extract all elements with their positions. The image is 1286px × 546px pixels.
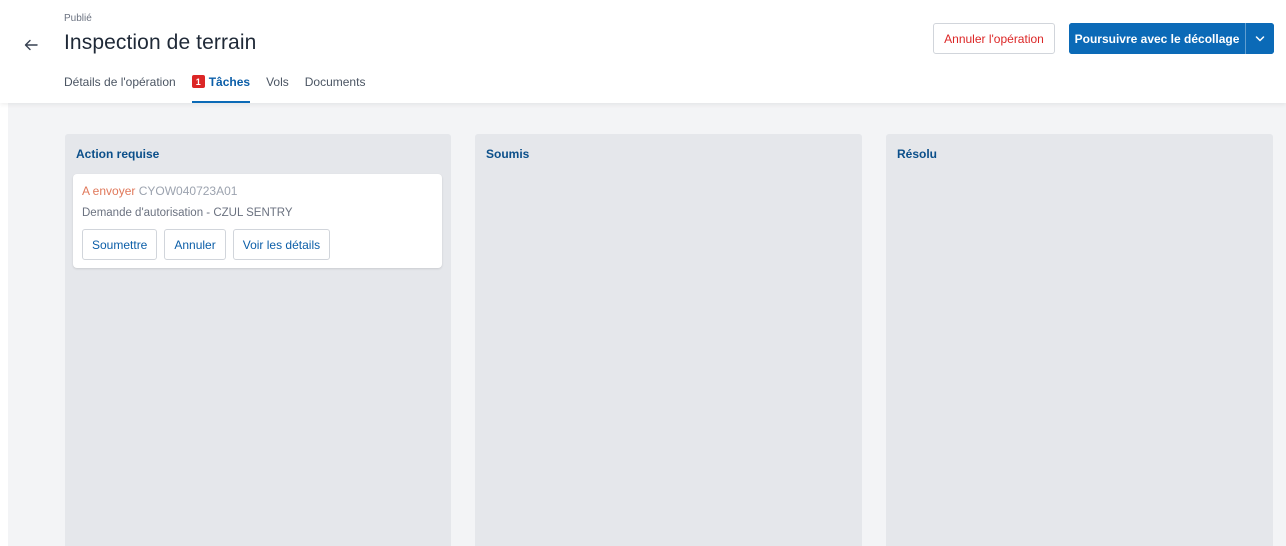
view-details-button[interactable]: Voir les détails xyxy=(232,229,331,260)
page-header: Publié Inspection de terrain Annuler l'o… xyxy=(0,0,1286,103)
status-label: Publié xyxy=(64,13,92,24)
tab-label: Détails de l'opération xyxy=(64,75,176,89)
arrow-left-icon[interactable] xyxy=(20,36,42,54)
task-status: A envoyer xyxy=(82,184,136,198)
column-title: Action requise xyxy=(76,147,160,161)
tab-tasks[interactable]: 1 Tâches xyxy=(191,75,251,103)
tab-operation-details[interactable]: Détails de l'opération xyxy=(64,75,176,103)
tab-bar: Détails de l'opération 1 Tâches Vols Doc… xyxy=(64,75,381,103)
column-submitted: Soumis xyxy=(475,134,862,546)
tab-label: Vols xyxy=(266,75,289,89)
column-resolved: Résolu xyxy=(886,134,1273,546)
page-title: Inspection de terrain xyxy=(64,31,257,54)
task-board: Action requise A envoyer CYOW040723A01 D… xyxy=(8,103,1286,546)
tab-label: Tâches xyxy=(208,75,251,89)
proceed-takeoff-button[interactable]: Poursuivre avec le décollage xyxy=(1069,23,1245,54)
task-reference: CYOW040723A01 xyxy=(138,184,238,198)
tab-label: Documents xyxy=(304,75,366,89)
tab-documents[interactable]: Documents xyxy=(305,75,366,103)
tab-flights[interactable]: Vols xyxy=(266,75,289,103)
column-action-required: Action requise A envoyer CYOW040723A01 D… xyxy=(65,134,451,546)
chevron-down-icon[interactable] xyxy=(1245,23,1274,54)
cancel-button[interactable]: Annuler xyxy=(164,229,226,260)
column-title: Soumis xyxy=(486,147,530,161)
task-actions: Soumettre Annuler Voir les détails xyxy=(82,229,331,260)
cancel-operation-button[interactable]: Annuler l'opération xyxy=(933,23,1055,54)
task-heading: A envoyer CYOW040723A01 xyxy=(82,184,237,198)
submit-button[interactable]: Soumettre xyxy=(82,229,158,260)
task-count-badge: 1 xyxy=(191,75,205,88)
task-card: A envoyer CYOW040723A01 Demande d'autori… xyxy=(73,174,442,268)
proceed-takeoff-button-group: Poursuivre avec le décollage xyxy=(1069,23,1274,54)
column-title: Résolu xyxy=(897,147,938,161)
task-description: Demande d'autorisation - CZUL SENTRY xyxy=(82,207,293,219)
